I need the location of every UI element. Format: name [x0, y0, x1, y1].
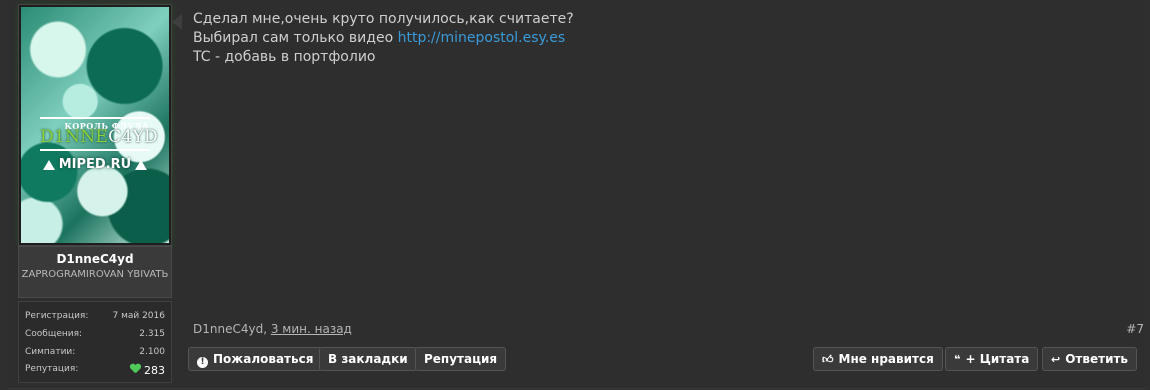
reputation-button[interactable]: Репутация — [415, 347, 507, 371]
post-meta: D1nneC4yd, 3 мин. назад — [193, 322, 352, 336]
avatar-overlay: КОРОЛЬ ФЛУДА D1NNEC4YD MIPED.RU — [21, 111, 169, 181]
quote-icon: ❝ — [954, 353, 961, 366]
forum-page: КОРОЛЬ ФЛУДА D1NNEC4YD MIPED.RU D1nneC4y… — [0, 0, 1150, 390]
forum-post: КОРОЛЬ ФЛУДА D1NNEC4YD MIPED.RU D1nneC4y… — [8, 0, 1146, 389]
stat-label: Сообщения: — [25, 329, 83, 339]
like-button-label: Мне нравится — [838, 352, 934, 366]
stat-likes: Симпатии: 2.100 — [25, 347, 165, 363]
post-time[interactable]: 3 мин. назад — [271, 322, 352, 336]
stat-value: 2.100 — [139, 347, 165, 357]
avatar-brand-text: MIPED.RU — [58, 157, 132, 172]
user-stats: Регистрация: 7 май 2016 Сообщения: 2.315… — [18, 301, 172, 383]
stat-value-reputation: 283 — [130, 364, 165, 377]
user-title: ZAPROGRAMIROVAN YBIVATЬ — [21, 269, 169, 280]
avatar[interactable]: КОРОЛЬ ФЛУДА D1NNEC4YD MIPED.RU — [21, 7, 169, 243]
stat-label: Регистрация: — [25, 311, 89, 321]
stat-messages: Сообщения: 2.315 — [25, 329, 165, 345]
quote-button-label: + Цитата — [965, 352, 1030, 366]
avatar-frame: КОРОЛЬ ФЛУДА D1NNEC4YD MIPED.RU — [18, 4, 172, 246]
reply-arrow-icon: ↩ — [1051, 353, 1061, 366]
avatar-brand: MIPED.RU — [21, 157, 169, 172]
report-button-label: Пожаловаться — [213, 352, 314, 366]
message-line: Сделал мне,очень круто получилось,как сч… — [193, 11, 574, 27]
stat-reputation: Репутация: 283 — [25, 364, 165, 380]
triangle-up-icon — [135, 159, 148, 170]
post-number[interactable]: #7 — [1126, 322, 1144, 336]
thumbs-up-icon: 👍︎ — [822, 353, 834, 366]
reputation-value: 283 — [144, 364, 165, 377]
triangle-up-icon — [42, 159, 55, 170]
message-link[interactable]: http://minepostol.esy.es — [398, 30, 566, 46]
message-arrow — [172, 14, 182, 30]
user-sidebar: КОРОЛЬ ФЛУДА D1NNEC4YD MIPED.RU D1nneC4y… — [18, 0, 172, 388]
user-info-box: D1nneC4yd ZAPROGRAMIROVAN YBIVATЬ — [18, 246, 172, 298]
quote-button[interactable]: ❝ + Цитата — [945, 347, 1039, 371]
stat-value[interactable]: 2.315 — [139, 329, 165, 339]
avatar-name-part2: C4YD — [108, 127, 158, 147]
avatar-name: D1NNEC4YD — [40, 127, 158, 147]
like-button[interactable]: 👍︎ Мне нравится — [813, 347, 943, 371]
message-text: Выбирал сам только видео — [193, 30, 398, 46]
heart-icon — [130, 364, 141, 375]
report-button[interactable]: ! Пожаловаться — [188, 347, 323, 371]
message-body: Сделал мне,очень круто получилось,как сч… — [193, 10, 1133, 67]
message-line: TC - добавь в портфолио — [193, 49, 376, 65]
avatar-line-bottom — [40, 149, 150, 151]
reply-button-label: Ответить — [1065, 352, 1129, 366]
stat-label: Репутация: — [25, 364, 79, 374]
message-line: Выбирал сам только видео http://minepost… — [193, 29, 1133, 48]
bookmark-button-label: В закладки — [328, 352, 408, 366]
avatar-line-top — [40, 117, 150, 119]
post-author[interactable]: D1nneC4yd — [193, 322, 263, 336]
stat-label: Симпатии: — [25, 347, 76, 357]
exclamation-circle-icon: ! — [197, 357, 208, 368]
username[interactable]: D1nneC4yd — [19, 252, 171, 266]
avatar-name-part1: D1NNE — [40, 127, 109, 147]
bookmark-button[interactable]: В закладки — [319, 347, 417, 371]
post-meta-separator: , — [263, 322, 271, 336]
stat-registration: Регистрация: 7 май 2016 — [25, 311, 165, 327]
reply-button[interactable]: ↩ Ответить — [1042, 347, 1138, 371]
stat-value: 7 май 2016 — [112, 311, 165, 321]
reputation-button-label: Репутация — [424, 352, 498, 366]
